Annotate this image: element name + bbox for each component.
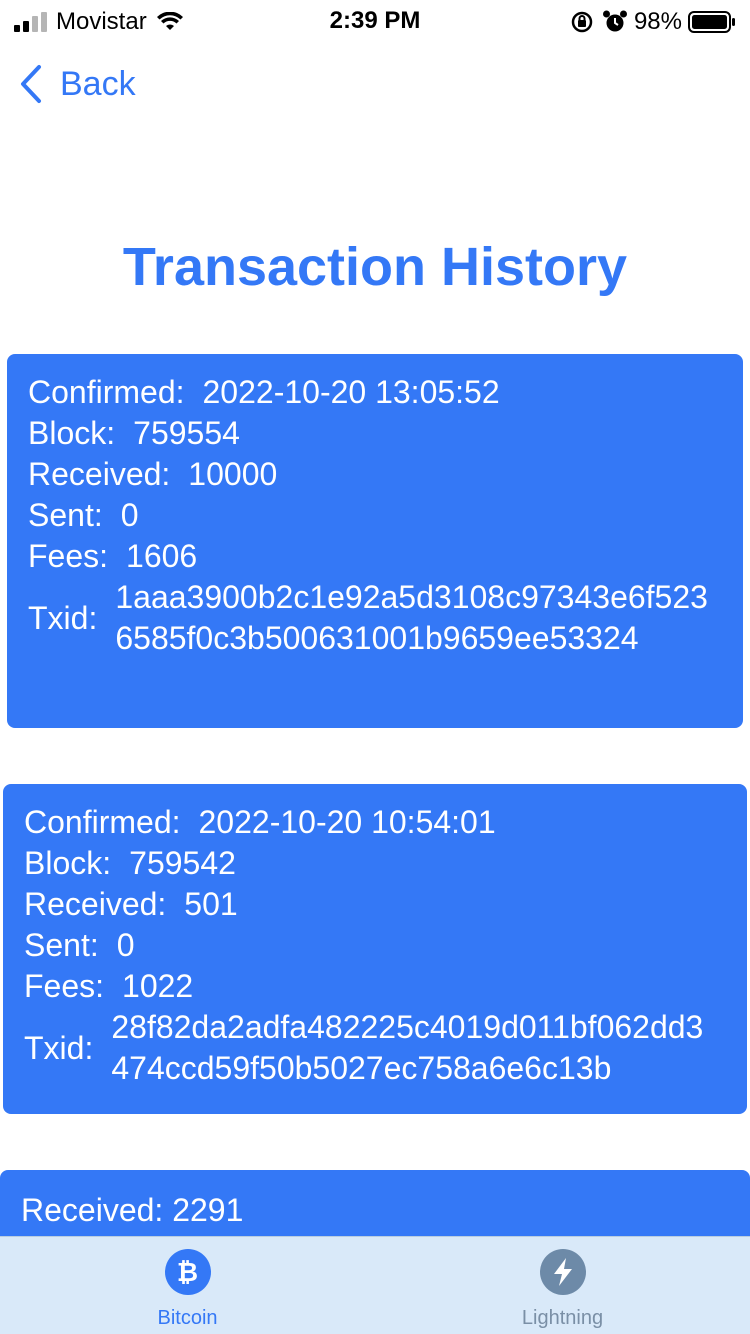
tab-bar: ₿ Bitcoin Lightning: [0, 1236, 750, 1334]
fees-row: Fees: 1606: [28, 536, 743, 577]
received-label: Received:: [28, 456, 171, 492]
received-row: Received: 2291: [21, 1192, 244, 1228]
received-row: Received: 501: [24, 884, 747, 925]
sent-label: Sent:: [24, 927, 99, 963]
block-row: Block: 759554: [28, 413, 743, 454]
confirmed-label: Confirmed:: [24, 804, 181, 840]
txid-value: 1aaa3900b2c1e92a5d3108c97343e6f5236585f0…: [115, 579, 708, 656]
received-row: Received: 10000: [28, 454, 743, 495]
fees-label: Fees:: [24, 968, 105, 1004]
received-value: 501: [184, 886, 238, 922]
bitcoin-icon: ₿: [164, 1249, 211, 1295]
tab-bitcoin-label: Bitcoin: [157, 1307, 218, 1329]
block-row: Block: 759542: [24, 843, 747, 884]
tab-lightning-label: Lightning: [521, 1307, 604, 1329]
block-label: Block:: [28, 415, 116, 451]
received-label: Received:: [24, 886, 167, 922]
txid-row: Txid: 28f82da2adfa482225c4019d011bf062dd…: [24, 1007, 747, 1089]
block-value: 759542: [129, 845, 236, 881]
back-button[interactable]: Back: [18, 64, 136, 104]
confirmed-row: Confirmed: 2022-10-20 10:54:01: [24, 802, 747, 843]
txid-label: Txid:: [24, 1029, 94, 1066]
page-title: Transaction History: [122, 237, 628, 297]
sent-value: 0: [116, 927, 135, 963]
sent-value: 0: [120, 497, 139, 533]
tab-lightning[interactable]: Lightning: [375, 1237, 750, 1334]
status-bar: Movistar 2:39 PM 98%: [0, 0, 750, 40]
block-label: Block:: [24, 845, 112, 881]
block-value: 759554: [133, 415, 240, 451]
status-right: 98%: [570, 8, 736, 36]
sent-row: Sent: 0: [24, 925, 747, 966]
fees-label: Fees:: [28, 538, 109, 574]
chevron-left-icon: [21, 65, 41, 103]
battery-icon: [688, 11, 735, 33]
transaction-card: Confirmed: 2022-10-20 10:54:01 Block: 7595…: [3, 784, 747, 1114]
alarm-icon: [602, 10, 627, 32]
txid-row: Txid: 1aaa3900b2c1e92a5d3108c97343e6f523…: [28, 577, 743, 659]
lightning-icon: [539, 1249, 586, 1295]
sent-label: Sent:: [28, 497, 103, 533]
confirmed-label: Confirmed:: [28, 374, 185, 410]
confirmed-value: 2022-10-20 13:05:52: [202, 374, 500, 410]
sent-row: Sent: 0: [28, 495, 743, 536]
tab-bitcoin[interactable]: ₿ Bitcoin: [0, 1237, 375, 1334]
received-value: 10000: [188, 456, 278, 492]
orientation-lock-icon: [571, 11, 593, 33]
fees-value: 1022: [122, 968, 194, 1004]
txid-label: Txid:: [28, 599, 98, 636]
fees-row: Fees: 1022: [24, 966, 747, 1007]
back-label: Back: [60, 64, 136, 103]
txid-value: 28f82da2adfa482225c4019d011bf062dd3474cc…: [111, 1009, 704, 1086]
fees-value: 1606: [126, 538, 198, 574]
transaction-card: Confirmed: 2022-10-20 13:05:52 Block: 7595…: [7, 354, 743, 728]
battery-percent: 98%: [633, 8, 682, 35]
confirmed-row: Confirmed: 2022-10-20 13:05:52: [28, 372, 743, 413]
confirmed-value: 2022-10-20 10:54:01: [198, 804, 496, 840]
